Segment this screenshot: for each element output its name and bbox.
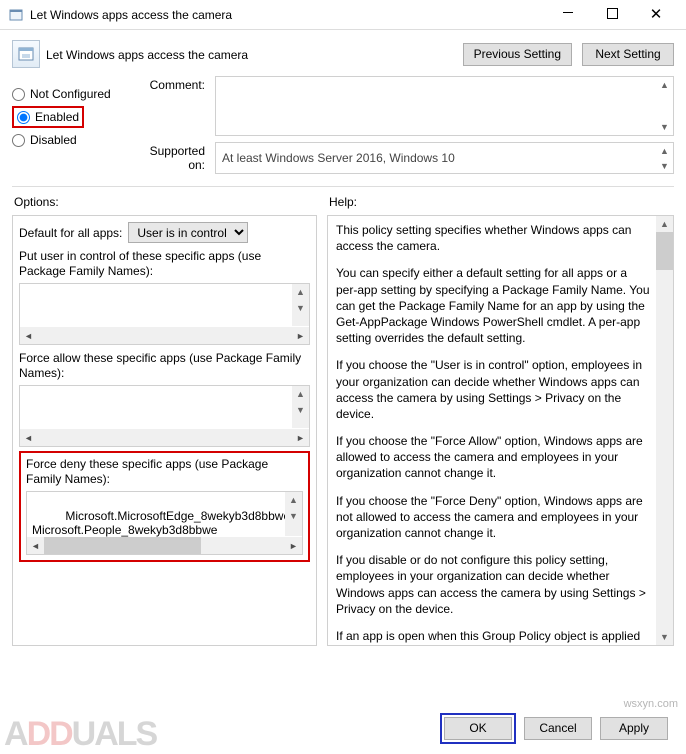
- scroll-thumb[interactable]: [656, 232, 673, 270]
- policy-title: Let Windows apps access the camera: [46, 46, 463, 62]
- lower-section: Options: Default for all apps: User is i…: [12, 186, 674, 646]
- enabled-label: Enabled: [35, 110, 79, 124]
- help-header: Help:: [327, 195, 674, 209]
- title-bar: Let Windows apps access the camera ✕: [0, 0, 686, 30]
- help-text: If you disable or do not configure this …: [336, 552, 651, 617]
- state-radios: Not Configured Enabled Disabled: [12, 76, 125, 180]
- scroll-down-icon[interactable]: [656, 158, 673, 173]
- default-apps-combo[interactable]: User is in control: [128, 222, 248, 243]
- scroll-down-icon[interactable]: [656, 629, 673, 645]
- watermark-site: wsxyn.com: [624, 698, 678, 710]
- scroll-right-icon[interactable]: ►: [285, 537, 302, 554]
- scroll-up-icon[interactable]: [285, 492, 302, 508]
- cancel-button[interactable]: Cancel: [524, 717, 592, 740]
- disabled-radio[interactable]: [12, 134, 25, 147]
- radio-disabled[interactable]: Disabled: [12, 133, 125, 147]
- scroll-left-icon[interactable]: ◄: [27, 537, 44, 554]
- help-text: If you choose the "User is in control" o…: [336, 357, 651, 422]
- scroll-left-icon[interactable]: ◄: [20, 327, 37, 344]
- supported-label: Supported on:: [135, 142, 215, 174]
- user-control-label: Put user in control of these specific ap…: [19, 249, 310, 279]
- close-button[interactable]: ✕: [634, 0, 678, 30]
- comment-label: Comment:: [135, 76, 215, 136]
- maximize-button[interactable]: [590, 0, 634, 30]
- force-deny-label: Force deny these specific apps (use Pack…: [26, 457, 303, 487]
- help-text: If you choose the "Force Deny" option, W…: [336, 493, 651, 542]
- radio-not-configured[interactable]: Not Configured: [12, 87, 125, 101]
- window-title: Let Windows apps access the camera: [30, 8, 546, 22]
- header: Let Windows apps access the camera Previ…: [0, 30, 686, 72]
- not-configured-label: Not Configured: [30, 87, 111, 101]
- options-header: Options:: [12, 195, 317, 209]
- help-scrollbar[interactable]: [656, 216, 673, 645]
- radio-enabled[interactable]: Enabled: [17, 110, 79, 124]
- disabled-label: Disabled: [30, 133, 77, 147]
- help-text: This policy setting specifies whether Wi…: [336, 222, 651, 254]
- help-text: You can specify either a default setting…: [336, 265, 651, 346]
- enabled-highlight: Enabled: [12, 106, 84, 128]
- force-allow-label: Force allow these specific apps (use Pac…: [19, 351, 310, 381]
- ok-highlight: OK: [440, 713, 516, 744]
- options-body: Default for all apps: User is in control…: [12, 215, 317, 646]
- scroll-up-icon[interactable]: [656, 216, 673, 232]
- help-text: If an app is open when this Group Policy…: [336, 628, 651, 646]
- scroll-right-icon[interactable]: ►: [292, 429, 309, 446]
- force-deny-listbox[interactable]: Microsoft.MicrosoftEdge_8wekyb3d8bbwe Mi…: [26, 491, 303, 555]
- upper-section: Not Configured Enabled Disabled Comment:: [0, 72, 686, 186]
- scroll-right-icon[interactable]: ►: [292, 327, 309, 344]
- scroll-up-icon[interactable]: [292, 284, 309, 300]
- force-deny-content: Microsoft.MicrosoftEdge_8wekyb3d8bbwe Mi…: [32, 509, 290, 537]
- force-deny-highlight: Force deny these specific apps (use Pack…: [19, 451, 310, 562]
- policy-large-icon: [12, 40, 40, 68]
- minimize-button[interactable]: [546, 0, 590, 30]
- help-body: This policy setting specifies whether Wi…: [327, 215, 674, 646]
- dialog-buttons: OK Cancel Apply: [440, 713, 668, 744]
- watermark-logo: ADDUALS: [4, 715, 156, 754]
- supported-value: At least Windows Server 2016, Windows 10: [222, 151, 455, 165]
- scroll-down-icon[interactable]: [292, 402, 309, 418]
- apply-button[interactable]: Apply: [600, 717, 668, 740]
- scroll-down-icon[interactable]: [656, 119, 673, 135]
- enabled-radio[interactable]: [17, 111, 30, 124]
- comment-textarea[interactable]: [215, 76, 674, 136]
- scroll-up-icon[interactable]: [292, 386, 309, 402]
- scroll-up-icon[interactable]: [656, 143, 673, 158]
- previous-setting-button[interactable]: Previous Setting: [463, 43, 572, 66]
- policy-icon: [8, 7, 24, 23]
- help-text: If you choose the "Force Allow" option, …: [336, 433, 651, 482]
- scroll-down-icon[interactable]: [292, 300, 309, 316]
- ok-button[interactable]: OK: [444, 717, 512, 740]
- next-setting-button[interactable]: Next Setting: [582, 43, 674, 66]
- scroll-up-icon[interactable]: [656, 77, 673, 93]
- scroll-left-icon[interactable]: ◄: [20, 429, 37, 446]
- user-control-listbox[interactable]: ◄►: [19, 283, 310, 345]
- supported-on-field: At least Windows Server 2016, Windows 10: [215, 142, 674, 174]
- default-apps-label: Default for all apps:: [19, 226, 122, 240]
- not-configured-radio[interactable]: [12, 88, 25, 101]
- force-allow-listbox[interactable]: ◄►: [19, 385, 310, 447]
- scroll-down-icon[interactable]: [285, 508, 302, 524]
